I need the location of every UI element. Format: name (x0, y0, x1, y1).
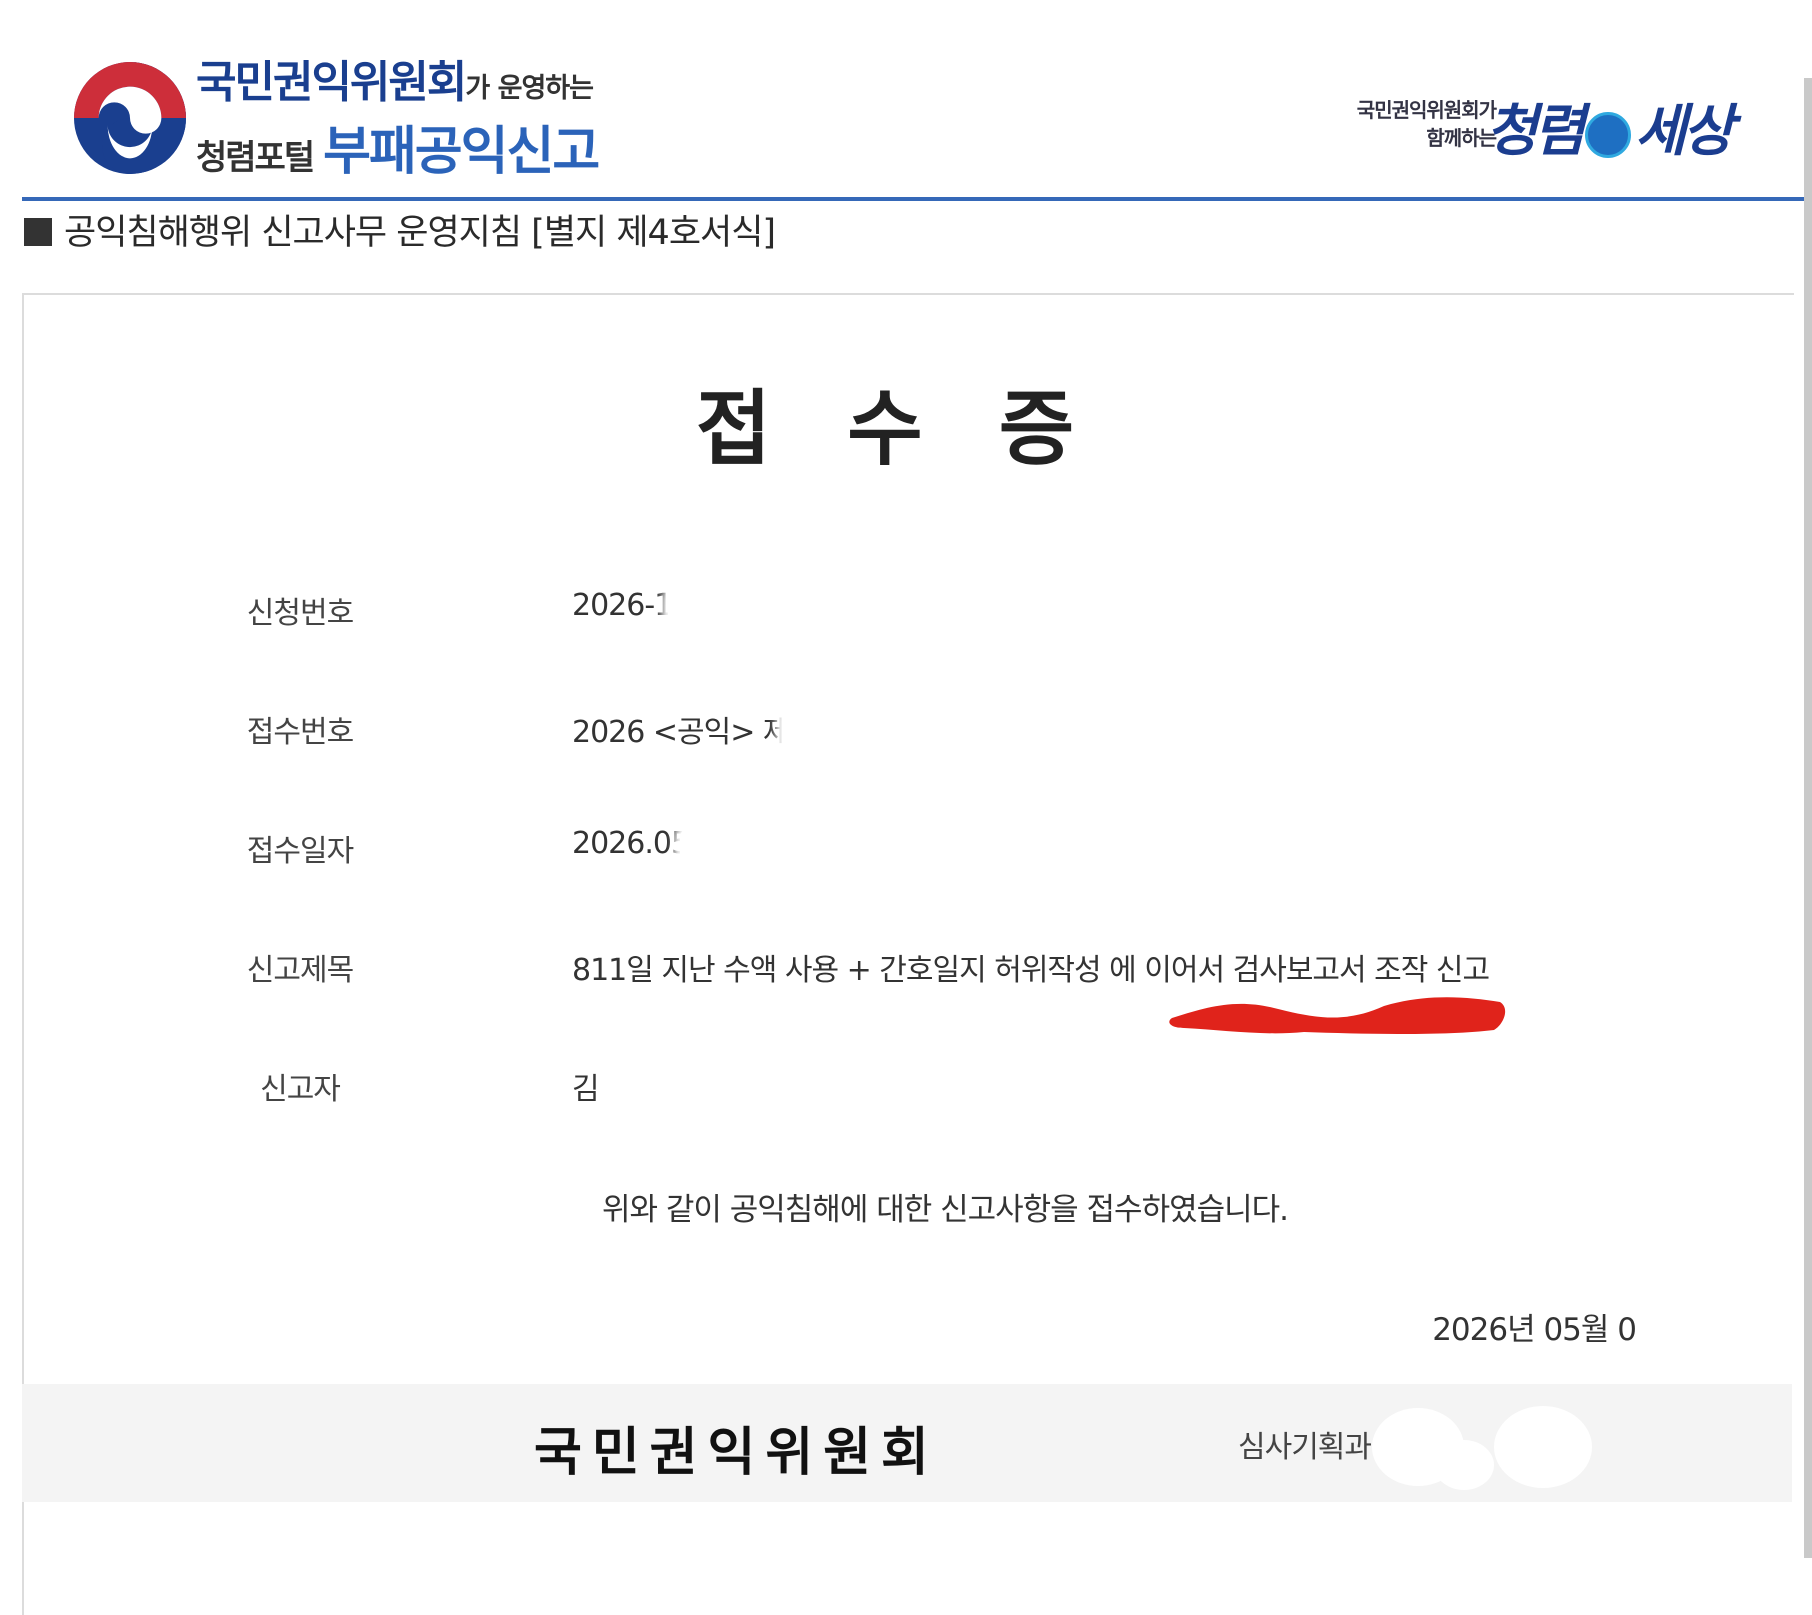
clean-world-caption-line2: 함께하는 (1426, 126, 1497, 150)
site-header: 국민권익위원회가 운영하는 청렴포털 부패공익신고 국민권익위원회가 함께하는 청… (0, 0, 1812, 202)
field-label: 접수일자 (246, 834, 354, 869)
square-bullet-icon (24, 218, 52, 246)
document-title-text: 접수증 (695, 382, 1151, 477)
redaction-mask (608, 1066, 668, 1114)
field-label: 접수번호 (246, 715, 354, 750)
field-label: 신고자 (260, 1072, 341, 1107)
field-value: 2026-1 (572, 588, 673, 623)
redaction-mask (680, 826, 740, 874)
field-label: 신청번호 (246, 596, 354, 631)
field-row-receipt-date: 접수일자 2026.05 (0, 826, 1790, 876)
logo-portal: 청렴포털 (196, 138, 315, 178)
issue-date: 2026년 05월 0 (1432, 1312, 1637, 1348)
logo-service: 부패공익신고 (323, 122, 600, 182)
field-value: 811일 지난 수액 사용 + 간호일지 허위작성 에 이어서 검사보고서 조작… (572, 953, 1490, 988)
receipt-notice: 위와 같이 공익침해에 대한 신고사항을 접수하였습니다. (601, 1192, 1289, 1228)
redaction-mask (1434, 1440, 1494, 1490)
header-divider (22, 197, 1812, 201)
field-row-reporter: 신고자 김 (0, 1064, 1790, 1114)
clean-world-wordmark-left: 청렴 (1486, 99, 1585, 164)
field-row-report-title: 신고제목 811일 지난 수액 사용 + 간호일지 허위작성 에 이어서 검사보… (0, 945, 1790, 995)
logo-org-name: 국민권익위원회 (196, 57, 467, 108)
clean-world-logo[interactable]: 국민권익위원회가 함께하는 청렴 세상 (1357, 86, 1796, 176)
field-row-application-number: 신청번호 2026-1 (0, 588, 1790, 638)
clean-world-caption-line1: 국민권익위원회가 (1356, 98, 1497, 122)
clean-world-wordmark-right: 세상 (1635, 99, 1734, 164)
clean-world-wordmark: 청렴 세상 (1486, 86, 1734, 167)
globe-icon (1585, 111, 1632, 158)
field-label: 신고제목 (246, 953, 354, 988)
logo-org-suffix: 가 운영하는 (465, 73, 594, 104)
page-edge-shadow (1804, 78, 1812, 1558)
clean-world-logo-caption: 국민권익위원회가 함께하는 (1346, 96, 1497, 152)
redaction-mask (668, 588, 728, 636)
government-emblem-icon (74, 62, 186, 174)
issuing-organization: 국민권익위원회 (534, 1423, 939, 1483)
form-guideline-caption: 공익침해행위 신고사무 운영지침 [별지 제4호서식] (24, 204, 776, 255)
red-highlight-mark (1169, 997, 1506, 1034)
field-value: 2026.05 (572, 826, 690, 861)
field-row-receipt-number: 접수번호 2026 <공익> 제 (0, 707, 1790, 757)
redaction-mask (782, 707, 862, 755)
document-title: 접수증 (0, 362, 1770, 481)
field-value: 김 (572, 1072, 600, 1107)
guideline-text: 공익침해행위 신고사무 운영지침 [별지 제4호서식] (64, 213, 776, 253)
field-value: 2026 <공익> 제 (572, 715, 790, 750)
redaction-mask (1494, 1406, 1592, 1488)
issuing-department: 심사기획과 (1238, 1430, 1372, 1465)
site-logo[interactable]: 국민권익위원회가 운영하는 청렴포털 부패공익신고 (196, 57, 600, 192)
